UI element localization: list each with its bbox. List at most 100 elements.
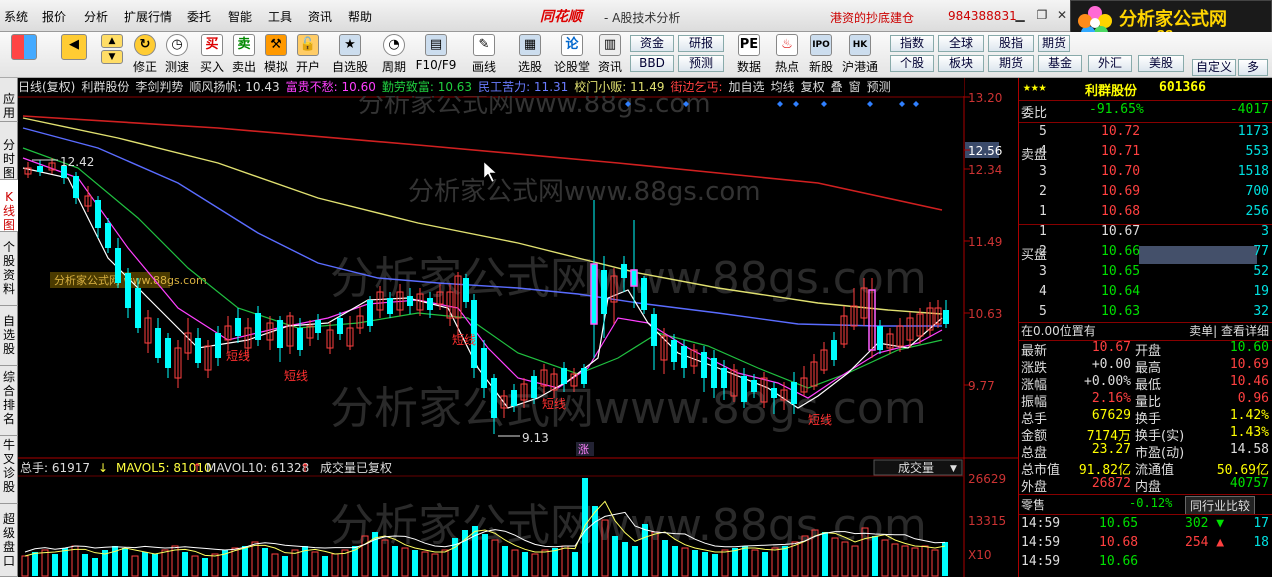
adjust-button[interactable]: 复权 [801,80,825,94]
rating-stars: ★★★ [1023,80,1047,95]
overlay-button[interactable]: 叠 [831,80,843,94]
open-account-button[interactable]: 🔓 开户 [294,34,322,76]
candle-body [235,318,241,336]
buy-level-row[interactable]: 4 10.64 19 [1019,284,1272,304]
tab-stock[interactable]: 个股 [890,55,934,72]
event-diamond-icon [821,101,827,107]
nav-ranking[interactable]: 综合排名 [0,366,18,436]
add-watchlist-button[interactable]: 加自选 [729,80,765,94]
menu-smart[interactable]: 智能 [228,8,252,25]
stock-picker-button[interactable]: ▦ 选股 [512,34,548,76]
menu-analysis[interactable]: 分析 [84,8,108,25]
sell-level-row[interactable]: 4 10.71 553 [1019,144,1272,164]
f10-button[interactable]: ▤ F10/F9 [414,34,458,76]
tab-funds[interactable]: 资金 [630,35,674,52]
sell-level-row[interactable]: 1 10.68 256 [1019,204,1272,224]
window-button[interactable]: 窗 [849,80,861,94]
tab-futures-2[interactable]: 期货 [988,55,1034,72]
tab-forecast[interactable]: 预测 [678,55,724,72]
nav-kline[interactable]: K线图 [0,180,18,232]
buy-level-row[interactable]: 2 10.66 77 [1019,244,1272,264]
period-button[interactable]: ◔ 周期 [376,34,412,76]
tab-forex[interactable]: 外汇 [1088,55,1132,72]
ipo-button[interactable]: IPO 新股 [806,34,836,76]
simulate-button[interactable]: ⚒ 模拟 [262,34,290,76]
tab-custom[interactable]: 自定义 [1192,59,1236,76]
event-diamond-icon [793,101,799,107]
sell-level-row[interactable]: 5 10.72 1173 [1019,124,1272,144]
candle-body [831,340,837,360]
volume-tick-label: 26629 [968,472,1006,486]
buy-level-row[interactable]: 3 10.65 52 [1019,264,1272,284]
tab-index[interactable]: 指数 [890,35,934,52]
candle-body [641,278,647,310]
tab-more[interactable]: 多 [1238,59,1268,76]
period-label[interactable]: 日线(复权) [18,80,75,94]
nav-super-orderbook[interactable]: 超级盘口 [0,504,18,577]
industry-compare-button[interactable]: 同行业比较 [1185,496,1256,515]
buy-button[interactable]: 买买入 [198,34,226,76]
draw-line-button[interactable]: ✎ 画线 [464,34,504,76]
close-icon[interactable]: ✕ [1054,8,1070,22]
menu-news[interactable]: 资讯 [308,8,332,25]
menu-order[interactable]: 委托 [187,8,211,25]
toolbar: ◀ ▲ ▼ ↻ 修正 ◷ 测速 买买入 卖卖出 ⚒ 模拟 🔓 开户 ★ 自选股 ◔ 周期 ▤ F… [0,32,1272,78]
menu-tools[interactable]: 工具 [268,8,292,25]
correct-button[interactable]: ↻ 修正 [128,34,162,76]
sell-level-row[interactable]: 2 10.69 700 [1019,184,1272,204]
menu-quote[interactable]: 报价 [42,8,66,25]
tick-row: 14:59 10.68 254 ▲ 18 [1021,535,1269,550]
order-detail-link[interactable]: 卖单| 查看详细 [1189,322,1269,339]
tab-futures[interactable]: 期货 [1038,35,1070,52]
tab-stock-index[interactable]: 股指 [988,35,1034,52]
indicator-2: 富贵不愁: 10.60 [285,80,376,94]
nav-apps[interactable]: 应用 [0,78,18,122]
volume-bar [421,551,429,577]
volume-bar [732,548,738,576]
sell-level-row[interactable]: 3 10.70 1518 [1019,164,1272,184]
candle-body [561,368,567,384]
tab-us-stock[interactable]: 美股 [1138,55,1184,72]
menu-extended[interactable]: 扩展行情 [124,8,172,25]
tab-bbd[interactable]: BBD [630,55,674,72]
tab-global[interactable]: 全球 [938,35,984,52]
hk-connect-button[interactable]: HK 沪港通 [838,34,882,76]
kline-chart[interactable]: 13.20 12.56 12.34 11.49 10.63 9.77 分析家公式网www.8… [18,78,1018,577]
volume-bar [231,547,239,577]
nav-watchlist[interactable]: 自选股 [0,306,18,366]
hotspot-button[interactable]: ♨ 热点 [770,34,804,76]
stat-row: 振幅 2.16% 量比 0.96 [1021,391,1269,410]
nav-intraday[interactable]: 分时图 [0,122,18,180]
refresh-icon: ↻ [134,34,156,56]
back-button[interactable]: ◀ [58,34,90,76]
buy-level-row[interactable]: 5 10.63 32 [1019,304,1272,324]
restore-icon[interactable]: ❐ [1034,8,1050,22]
tab-sector[interactable]: 板块 [938,55,984,72]
forum-button[interactable]: 论论股堂 [552,34,592,76]
short-line-label: 短线 [542,397,566,411]
buy-level-row[interactable]: 1 10.67 3 [1019,224,1272,244]
news-button[interactable]: ▥ 资讯 [596,34,624,76]
data-button[interactable]: PE 数据 [734,34,764,76]
nav-diagnose[interactable]: 牛叉诊股 [0,436,18,504]
low-price-label: 9.13 [522,431,549,445]
candle-body [155,328,161,358]
sell-button[interactable]: 卖卖出 [230,34,258,76]
nav-stock-profile[interactable]: 个股资料 [0,232,18,306]
updown-button[interactable]: ▲ ▼ [100,34,124,76]
speed-test-button[interactable]: ◷ 测速 [162,34,192,76]
volume-bar [742,546,748,576]
app-subtitle: - A股技术分析 [604,11,681,25]
quote-header: ★★★ 利群股份 601366 [1019,80,1272,100]
flame-icon: ♨ [776,34,798,56]
minimize-icon[interactable]: ▁ [1012,8,1028,22]
forecast-button[interactable]: 预测 [867,80,891,94]
news-ticker[interactable]: 港资的抄底建仓 [830,9,914,26]
menu-help[interactable]: 帮助 [348,8,372,25]
tab-research[interactable]: 研报 [678,35,724,52]
layout-button[interactable] [8,34,40,76]
ma-button[interactable]: 均线 [771,80,795,94]
watchlist-button[interactable]: ★ 自选股 [330,34,370,76]
tab-fund[interactable]: 基金 [1038,55,1082,72]
menu-system[interactable]: 系统 [4,8,28,25]
